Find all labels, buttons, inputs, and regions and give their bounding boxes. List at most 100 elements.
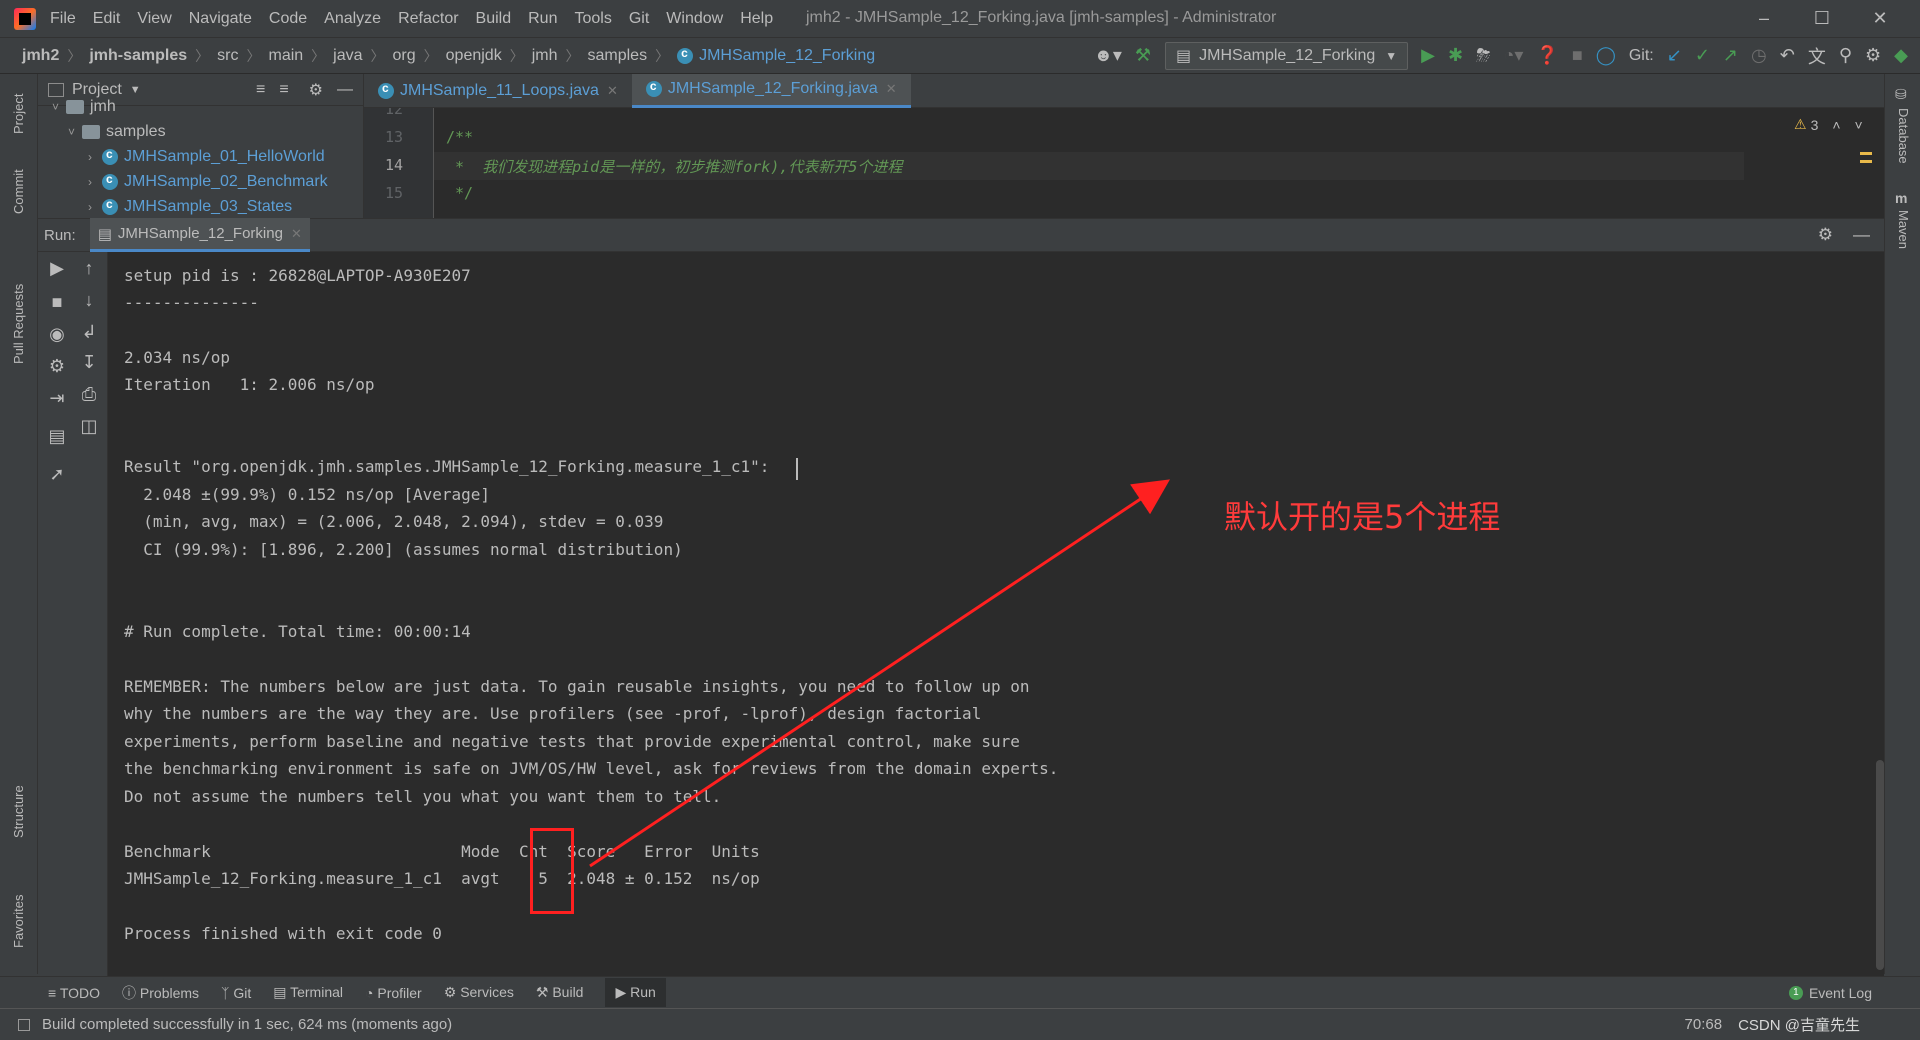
chevron-down-icon[interactable]: ▼ [130, 84, 141, 96]
breadcrumb-item[interactable]: openjdk [446, 47, 502, 65]
inspection-widget[interactable]: ⚠ 3 ˄ ˅ [1794, 116, 1863, 133]
terminal-tab[interactable]: ▤ Terminal [273, 984, 343, 1001]
database-tool-tab[interactable]: Database [1896, 108, 1911, 164]
chevron-down-icon[interactable]: ˅ [52, 100, 66, 114]
tree-item[interactable]: › JMHSample_03_States [38, 194, 363, 218]
gear-icon[interactable]: ⚙ [1818, 225, 1833, 245]
run-icon[interactable]: ▶ [1421, 45, 1435, 66]
gear-icon[interactable]: ⚙ [309, 80, 323, 100]
problems-tab[interactable]: ⓘ Problems [122, 983, 199, 1003]
pull-requests-tool-tab[interactable]: Pull Requests [11, 284, 26, 364]
breadcrumb-item[interactable]: samples [587, 47, 647, 65]
close-tab-icon[interactable]: ✕ [607, 83, 618, 99]
status-message[interactable]: Build completed successfully in 1 sec, 6… [42, 1016, 452, 1033]
expand-all-icon[interactable]: ≡ [256, 81, 265, 99]
breadcrumb-item[interactable]: jmh-samples [89, 47, 187, 65]
hide-panel-icon[interactable]: — [1853, 225, 1870, 245]
close-window-icon[interactable]: ✕ [1868, 6, 1892, 30]
caret-position[interactable]: 70:68 [1685, 1016, 1723, 1033]
tree-item[interactable]: ˅ samples [38, 119, 363, 144]
soft-wrap-icon[interactable]: ↲ [74, 322, 104, 343]
history-icon[interactable]: ◷ [1751, 45, 1767, 66]
warning-marker[interactable] [1860, 160, 1872, 163]
chevron-right-icon[interactable]: › [88, 150, 102, 164]
stop-icon[interactable]: ■ [1572, 45, 1583, 66]
help-icon[interactable]: ❓ [1536, 45, 1558, 66]
run-tab[interactable]: ▤ JMHSample_12_Forking ✕ [89, 218, 310, 252]
search-icon[interactable]: ⚲ [1839, 45, 1852, 66]
debug-icon[interactable]: ✱ [1448, 45, 1463, 66]
close-tab-icon[interactable]: ✕ [886, 81, 897, 97]
console-scrollbar[interactable] [1876, 760, 1884, 970]
menu-code[interactable]: Code [269, 10, 307, 28]
exit-icon[interactable]: ⇥ [42, 388, 72, 409]
commit-tool-tab[interactable]: Commit [11, 169, 26, 214]
git-tab[interactable]: ᛉ Git [221, 985, 251, 1001]
menu-build[interactable]: Build [476, 10, 512, 28]
run-tab[interactable]: ▶ Run [605, 978, 666, 1007]
settings-gear-icon[interactable]: ⚙ [1865, 45, 1881, 66]
menu-refactor[interactable]: Refactor [398, 10, 458, 28]
settings-icon[interactable]: ⚙ [42, 356, 72, 377]
project-tool-tab[interactable]: Project [11, 94, 26, 134]
search-everywhere-icon[interactable]: ◯ [1596, 45, 1616, 66]
tree-item[interactable]: › JMHSample_01_HelloWorld [38, 144, 363, 169]
profiler-tab[interactable]: ◔ Profiler [365, 985, 422, 1001]
pin-icon[interactable]: ➚ [42, 464, 72, 485]
collapse-all-icon[interactable]: ≡ [279, 81, 288, 99]
breadcrumb-item[interactable]: jmh2 [22, 47, 59, 65]
event-log-tab[interactable]: 1 Event Log [1788, 985, 1920, 1001]
translate-icon[interactable]: 文 [1808, 43, 1826, 69]
rollback-icon[interactable]: ↶ [1780, 45, 1795, 66]
menu-view[interactable]: View [137, 10, 171, 28]
services-tab[interactable]: ⚙ Services [444, 984, 514, 1001]
menu-run[interactable]: Run [528, 10, 557, 28]
editor-tab-active[interactable]: JMHSample_12_Forking.java ✕ [631, 73, 911, 108]
project-panel-title[interactable]: Project [72, 81, 122, 99]
toggle-tool-windows-icon[interactable] [18, 1018, 30, 1031]
menu-analyze[interactable]: Analyze [324, 10, 381, 28]
git-commit-icon[interactable]: ✓ [1695, 45, 1710, 66]
chevron-right-icon[interactable]: › [88, 175, 102, 189]
breadcrumb-item[interactable]: jmh [532, 47, 558, 65]
console-output[interactable]: setup pid is : 26828@LAPTOP-A930E207 ---… [108, 252, 1884, 976]
menu-window[interactable]: Window [666, 10, 723, 28]
warning-marker[interactable] [1860, 152, 1872, 155]
intellij-logo-icon[interactable] [14, 7, 36, 30]
editor-tab[interactable]: JMHSample_11_Loops.java ✕ [364, 74, 632, 108]
menu-tools[interactable]: Tools [574, 10, 611, 28]
hide-panel-icon[interactable]: — [337, 81, 353, 99]
menu-help[interactable]: Help [740, 10, 773, 28]
coverage-icon[interactable]: ⛈ [1476, 45, 1490, 66]
maximize-icon[interactable]: ☐ [1810, 6, 1834, 30]
plugin-icon[interactable]: ◆ [1894, 45, 1908, 66]
chevron-down-icon[interactable]: ˅ [68, 125, 82, 139]
chevron-down-icon[interactable]: ˅ [1855, 117, 1863, 133]
maven-tool-tab[interactable]: Maven [1896, 210, 1911, 249]
git-update-icon[interactable]: ↙ [1667, 45, 1682, 66]
menu-navigate[interactable]: Navigate [189, 10, 252, 28]
menu-file[interactable]: File [50, 10, 76, 28]
favorites-tool-tab[interactable]: Favorites [11, 895, 26, 948]
arrow-up-icon[interactable]: ↑ [74, 258, 104, 279]
user-icon[interactable]: ☻▾ [1094, 45, 1122, 66]
menu-git[interactable]: Git [629, 10, 649, 28]
rerun-icon[interactable]: ▶ [42, 258, 72, 279]
breadcrumb-item[interactable]: main [268, 47, 303, 65]
git-push-icon[interactable]: ↗ [1723, 45, 1738, 66]
stop-icon[interactable]: ■ [42, 292, 72, 313]
close-tab-icon[interactable]: ✕ [291, 226, 302, 242]
breadcrumb-item[interactable]: JMHSample_12_Forking [699, 47, 875, 65]
menu-edit[interactable]: Edit [93, 10, 121, 28]
build-tab[interactable]: ⚒ Build [536, 984, 584, 1001]
breadcrumb-item[interactable]: src [217, 47, 238, 65]
chevron-up-icon[interactable]: ˄ [1832, 117, 1840, 133]
print-icon[interactable]: ⎙ [74, 384, 104, 405]
chevron-right-icon[interactable]: › [88, 200, 102, 214]
breadcrumb-item[interactable]: org [393, 47, 416, 65]
code-editor[interactable]: 12 13 14 15 /** * 我们发现进程pid是一样的，初步推测fork… [364, 108, 1884, 218]
minimize-icon[interactable]: – [1752, 6, 1776, 30]
profile-icon[interactable]: ◔▾ [1503, 45, 1523, 66]
camera-icon[interactable]: ◉ [42, 324, 72, 345]
layout-icon[interactable]: ▤ [42, 426, 72, 447]
